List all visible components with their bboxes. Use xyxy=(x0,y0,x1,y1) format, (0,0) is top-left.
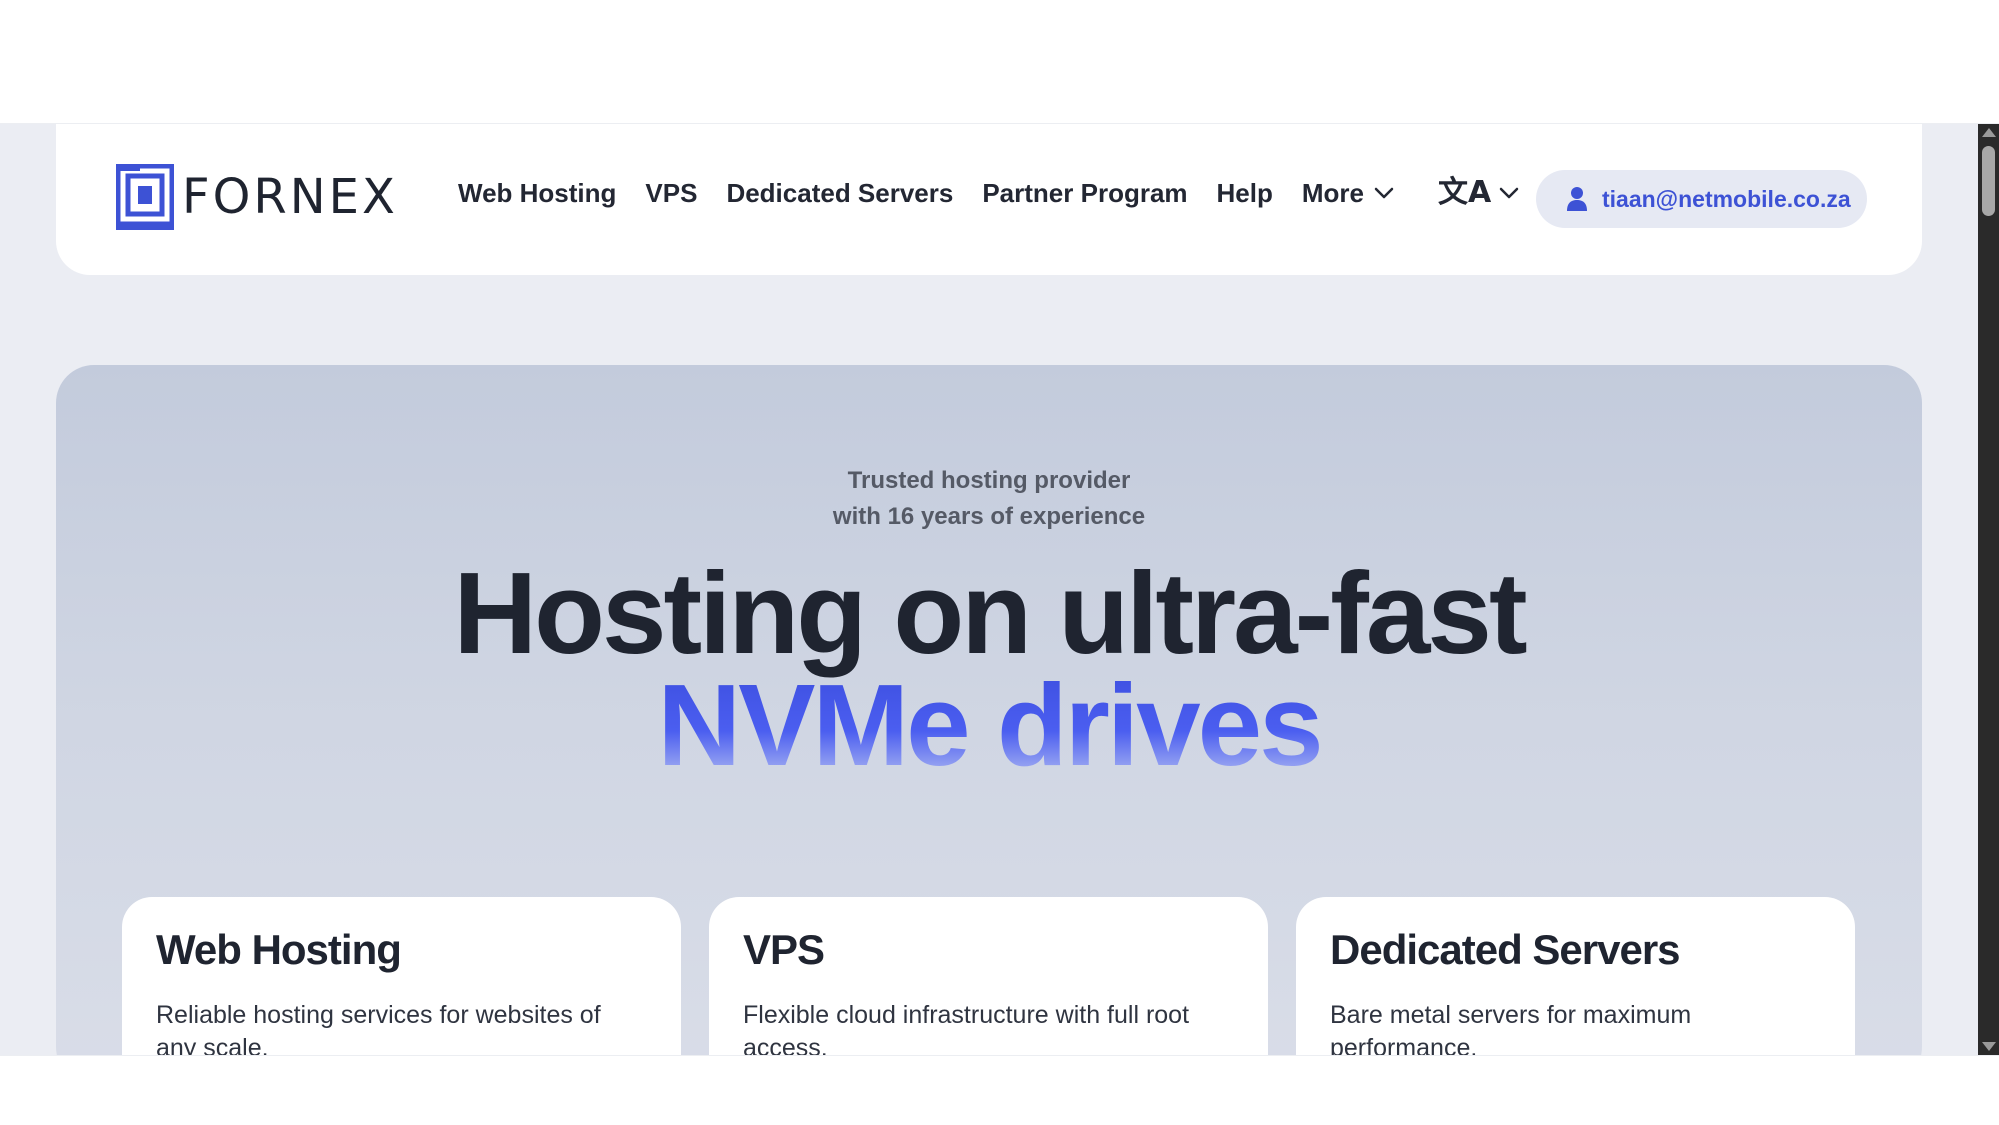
nav-item-help[interactable]: Help xyxy=(1217,180,1273,206)
language-selector[interactable]: 文A xyxy=(1438,178,1519,208)
site-header: FORNEX Web Hosting VPS Dedicated Servers… xyxy=(56,124,1922,275)
translate-icon: 文A xyxy=(1438,175,1492,210)
nav-item-dedicated-servers[interactable]: Dedicated Servers xyxy=(726,180,953,206)
hero-headline-accent: NVMe drives xyxy=(56,667,1922,783)
hero-headline: Hosting on ultra-fast xyxy=(453,548,1527,678)
browser-top-area xyxy=(0,0,1999,124)
nav-item-more[interactable]: More xyxy=(1302,180,1394,206)
logo-wordmark: FORNEX xyxy=(182,169,398,225)
scrollbar-thumb[interactable] xyxy=(1982,146,1995,216)
chevron-down-icon xyxy=(1499,187,1519,199)
user-icon xyxy=(1567,187,1587,211)
hero-tagline-line2: with 16 years of experience xyxy=(832,503,1146,530)
nav-more-label: More xyxy=(1301,178,1364,208)
nav-item-partner-program[interactable]: Partner Program xyxy=(982,180,1187,206)
browser-bottom-area xyxy=(0,1055,1999,1125)
scroll-up-arrow-icon[interactable] xyxy=(1982,128,1996,137)
card-description: Flexible cloud infrastructure with full … xyxy=(743,1001,1190,1055)
vertical-scrollbar[interactable] xyxy=(1978,124,1999,1055)
account-button[interactable]: tiaan@netmobile.co.za xyxy=(1536,170,1867,228)
fornex-logo-icon xyxy=(116,164,174,230)
card-title: VPS xyxy=(743,926,825,973)
card-vps[interactable]: VPS Flexible cloud infrastructure with f… xyxy=(709,897,1268,1055)
card-description: Bare metal servers for maximum performan… xyxy=(1330,1001,1692,1055)
page-viewport: FORNEX Web Hosting VPS Dedicated Servers… xyxy=(0,124,1999,1055)
card-description: Reliable hosting services for websites o… xyxy=(156,1001,601,1055)
hero-section: Trusted hosting provider with 16 years o… xyxy=(56,365,1922,1055)
nav-item-web-hosting[interactable]: Web Hosting xyxy=(458,180,616,206)
scroll-down-arrow-icon[interactable] xyxy=(1982,1042,1996,1051)
main-nav: Web Hosting VPS Dedicated Servers Partne… xyxy=(458,180,1394,206)
account-email: tiaan@netmobile.co.za xyxy=(1602,185,1851,212)
card-title: Web Hosting xyxy=(156,926,402,973)
card-dedicated-servers[interactable]: Dedicated Servers Bare metal servers for… xyxy=(1296,897,1855,1055)
card-title: Dedicated Servers xyxy=(1330,926,1681,973)
chevron-down-icon xyxy=(1374,187,1394,199)
site-logo[interactable]: FORNEX xyxy=(116,164,398,230)
nav-item-vps[interactable]: VPS xyxy=(645,180,697,206)
hero-tagline-line1: Trusted hosting provider xyxy=(847,467,1131,494)
product-cards: Web Hosting Reliable hosting services fo… xyxy=(122,897,1855,1055)
card-web-hosting[interactable]: Web Hosting Reliable hosting services fo… xyxy=(122,897,681,1055)
hero-tagline: Trusted hosting provider with 16 years o… xyxy=(56,463,1922,535)
